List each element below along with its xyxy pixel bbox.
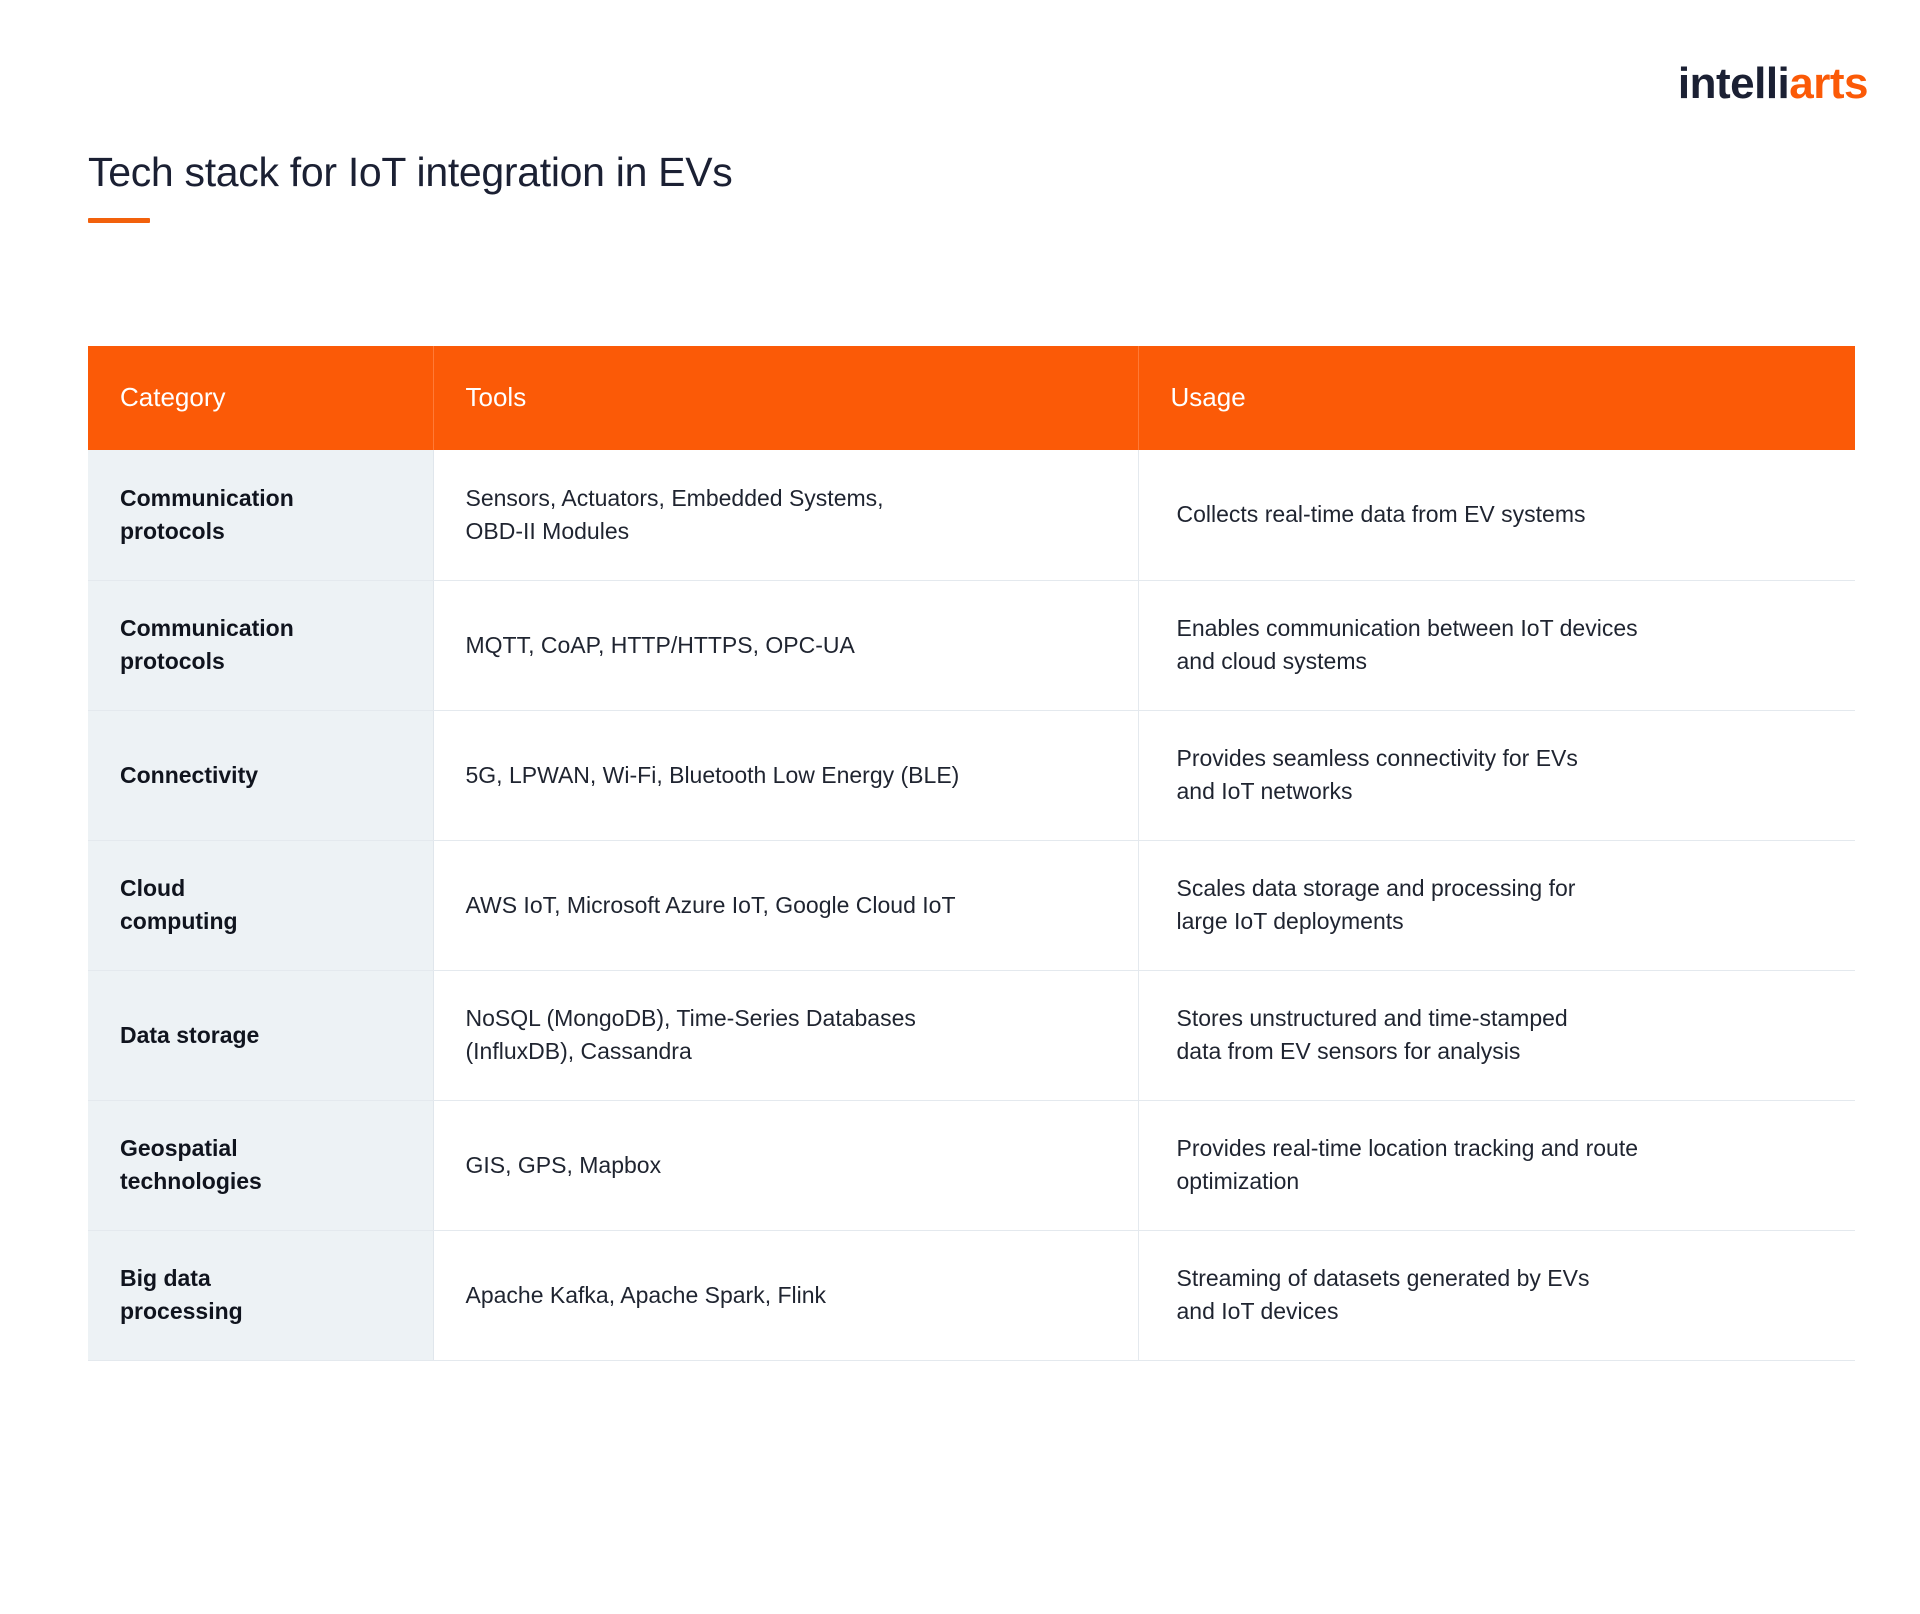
usage-line-1: Streaming of datasets generated by EVs [1176, 1265, 1590, 1292]
title-accent-rule [88, 218, 150, 224]
cell-usage: Collects real-time data from EV systems [1138, 450, 1855, 581]
category-line-1: Big data [120, 1265, 211, 1292]
cell-tools: AWS IoT, Microsoft Azure IoT, Google Clo… [433, 840, 1139, 971]
cell-usage: Stores unstructured and time-stamped dat… [1138, 970, 1855, 1101]
cell-usage: Enables communication between IoT device… [1138, 580, 1855, 711]
category-line-1: Communication [120, 615, 294, 642]
table-row: Communication protocols MQTT, CoAP, HTTP… [88, 580, 1855, 711]
usage-line-2: optimization [1176, 1168, 1300, 1194]
tech-stack-table-container: Category Tools Usage Communication proto… [88, 346, 1855, 1361]
cell-tools: Sensors, Actuators, Embedded Systems, OB… [433, 450, 1139, 581]
cell-category: Cloud computing [88, 840, 434, 971]
usage-line-2: and IoT devices [1176, 1298, 1339, 1324]
table-row: Connectivity 5G, LPWAN, Wi-Fi, Bluetooth… [88, 710, 1855, 841]
tools-line-1: 5G, LPWAN, Wi-Fi, Bluetooth Low Energy (… [465, 761, 960, 788]
cell-tools: 5G, LPWAN, Wi-Fi, Bluetooth Low Energy (… [433, 710, 1139, 841]
cell-usage: Provides seamless connectivity for EVs a… [1138, 710, 1855, 841]
table-row: Communication protocols Sensors, Actuato… [88, 450, 1855, 581]
table-body: Communication protocols Sensors, Actuato… [88, 450, 1855, 1361]
category-line-2: computing [120, 908, 238, 934]
category-line-1: Communication [120, 485, 294, 512]
cell-category: Big data processing [88, 1230, 434, 1361]
cell-category: Geospatial technologies [88, 1100, 434, 1231]
table-header-row: Category Tools Usage [88, 346, 1855, 450]
category-line-1: Geospatial [120, 1135, 238, 1162]
cell-tools: Apache Kafka, Apache Spark, Flink [433, 1230, 1139, 1361]
tools-line-1: AWS IoT, Microsoft Azure IoT, Google Clo… [465, 891, 956, 918]
table-row: Cloud computing AWS IoT, Microsoft Azure… [88, 840, 1855, 971]
usage-line-2: data from EV sensors for analysis [1176, 1038, 1521, 1064]
category-line-1: Data storage [120, 1021, 260, 1048]
title-block: Tech stack for IoT integration in EVs [88, 148, 733, 224]
category-line-1: Cloud [120, 875, 186, 902]
usage-line-1: Enables communication between IoT device… [1176, 615, 1638, 642]
usage-line-1: Provides real-time location tracking and… [1176, 1135, 1639, 1162]
usage-line-2: and IoT networks [1176, 778, 1353, 804]
tools-line-1: Apache Kafka, Apache Spark, Flink [465, 1281, 827, 1308]
tools-line-2: (InfluxDB), Cassandra [465, 1038, 692, 1064]
usage-line-1: Scales data storage and processing for [1176, 875, 1576, 902]
tools-line-2: OBD-II Modules [465, 517, 630, 544]
table-header: Category Tools Usage [88, 346, 1855, 450]
cell-category: Communication protocols [88, 580, 434, 711]
cell-usage: Streaming of datasets generated by EVs a… [1138, 1230, 1855, 1361]
intelliarts-logo: intelliarts [1677, 59, 1869, 108]
cell-category: Communication protocols [88, 450, 434, 581]
cell-tools: MQTT, CoAP, HTTP/HTTPS, OPC-UA [433, 580, 1139, 711]
logo-text-dark: intelli [1677, 59, 1790, 108]
tools-line-1: Sensors, Actuators, Embedded Systems, [465, 485, 884, 512]
category-line-2: processing [120, 1298, 243, 1324]
cell-usage: Scales data storage and processing for l… [1138, 840, 1855, 971]
tools-line-1: NoSQL (MongoDB), Time-Series Databases [465, 1005, 916, 1032]
tools-line-1: GIS, GPS, Mapbox [465, 1151, 662, 1178]
tech-stack-table: Category Tools Usage Communication proto… [88, 346, 1855, 1361]
usage-line-2: large IoT deployments [1176, 908, 1404, 934]
table-row: Data storage NoSQL (MongoDB), Time-Serie… [88, 970, 1855, 1101]
cell-tools: NoSQL (MongoDB), Time-Series Databases (… [433, 970, 1139, 1101]
page-title: Tech stack for IoT integration in EVs [88, 149, 733, 195]
cell-usage: Provides real-time location tracking and… [1138, 1100, 1855, 1231]
cell-tools: GIS, GPS, Mapbox [433, 1100, 1139, 1231]
tools-line-1: MQTT, CoAP, HTTP/HTTPS, OPC-UA [465, 631, 855, 658]
column-header-tools: Tools [433, 346, 1139, 450]
category-line-2: protocols [120, 517, 225, 544]
logo-text-accent: arts [1789, 59, 1868, 108]
category-line-2: protocols [120, 648, 225, 674]
column-header-category: Category [88, 346, 434, 450]
table-row: Geospatial technologies GIS, GPS, Mapbox… [88, 1100, 1855, 1231]
usage-line-1: Collects real-time data from EV systems [1176, 501, 1586, 528]
cell-category: Data storage [88, 970, 434, 1101]
category-line-1: Connectivity [120, 761, 259, 788]
category-line-2: technologies [120, 1168, 262, 1194]
column-header-usage: Usage [1138, 346, 1855, 450]
cell-category: Connectivity [88, 710, 434, 841]
usage-line-2: and cloud systems [1176, 648, 1367, 674]
usage-line-1: Provides seamless connectivity for EVs [1176, 745, 1578, 772]
table-row: Big data processing Apache Kafka, Apache… [88, 1230, 1855, 1361]
usage-line-1: Stores unstructured and time-stamped [1176, 1005, 1568, 1032]
